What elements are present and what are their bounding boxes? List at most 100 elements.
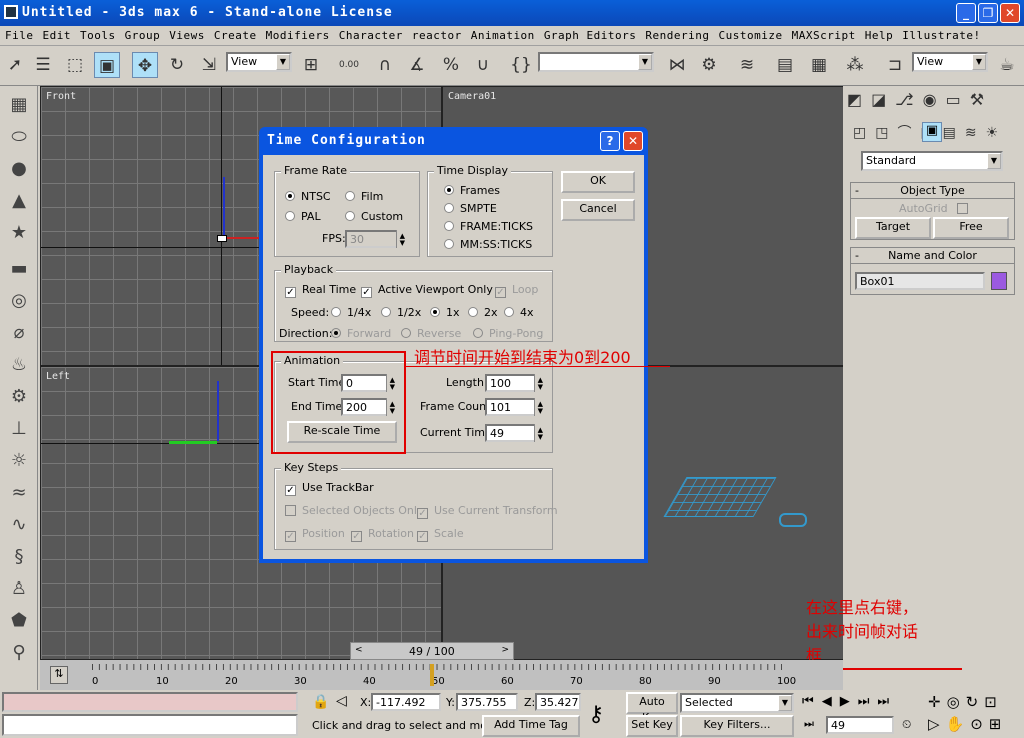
mirror-icon[interactable]: ⋈ [664, 52, 690, 78]
key-mode-icon[interactable]: ⏭ [804, 717, 814, 731]
frames-radio[interactable]: Frames [444, 184, 500, 197]
object-icon[interactable]: ⬟ [5, 610, 33, 636]
ok-button[interactable]: OK [561, 171, 635, 193]
viewport-label[interactable]: Left [46, 371, 70, 382]
layer-manager-icon[interactable]: ≋ [734, 52, 760, 78]
minimize-button[interactable]: _ [956, 3, 976, 23]
viewport-label[interactable]: Front [46, 91, 76, 102]
cancel-button[interactable]: Cancel [561, 199, 635, 221]
speed-quarter-radio[interactable]: 1/4x [331, 306, 371, 319]
viewport-label[interactable]: Camera01 [448, 91, 496, 102]
menu-reactor[interactable]: reactor [407, 26, 466, 42]
wave-icon[interactable]: ∿ [5, 514, 33, 540]
spinner-snap-icon[interactable]: 0.00 [336, 52, 362, 78]
menu-customize[interactable]: Customize [714, 26, 787, 42]
playback-controls[interactable]: ⏮◀▶⏭⏭ [802, 694, 897, 709]
pivot-icon[interactable]: ⊞ [298, 52, 324, 78]
command-panel-tabs[interactable]: ◩◪⎇◉▭⚒ [847, 90, 993, 112]
close-button[interactable]: ✕ [1000, 3, 1020, 23]
box-icon[interactable]: ▦ [5, 94, 33, 120]
speed-2x-radio[interactable]: 2x [468, 306, 498, 319]
frame-count-spinner[interactable]: 101 ▲ ▼ [485, 398, 545, 416]
y-coordinate-field[interactable]: 375.755 [456, 693, 518, 711]
torus-icon[interactable]: ◎ [5, 290, 33, 316]
star-icon[interactable]: ★ [5, 222, 33, 248]
cone-icon[interactable]: ▲ [5, 190, 33, 216]
object-color-swatch[interactable] [991, 272, 1007, 290]
menu-maxscript[interactable]: MAXScript [787, 26, 860, 42]
object-type-title[interactable]: Object Type [900, 184, 965, 197]
category-dropdown[interactable]: Standard ▼ [861, 151, 1003, 171]
current-frame-field[interactable]: 49 [826, 716, 894, 734]
current-frame-marker[interactable] [430, 664, 435, 686]
menu-help[interactable]: Help [860, 26, 898, 42]
x-coordinate-field[interactable]: -117.492 [371, 693, 441, 711]
auto-key-button[interactable]: Auto Key [626, 692, 678, 724]
magnet-icon[interactable]: ∪ [470, 52, 496, 78]
menu-group[interactable]: Group [120, 26, 165, 42]
speed-4x-radio[interactable]: 4x [504, 306, 534, 319]
camera-object[interactable] [779, 513, 807, 527]
box-object[interactable] [663, 477, 777, 517]
teapot-icon[interactable]: ♨ [5, 354, 33, 380]
cylinder-icon[interactable]: ⬭ [5, 126, 33, 152]
viewport-navigation-icons-2[interactable]: ▷✋⊙⊞ [928, 715, 1007, 733]
biped-icon[interactable]: ♙ [5, 578, 33, 604]
curve-editor-icon[interactable]: ▤ [772, 52, 798, 78]
length-spinner[interactable]: 100 ▲ ▼ [485, 374, 545, 392]
percent-snap-icon[interactable]: % [438, 52, 464, 78]
mm-ss-ticks-radio[interactable]: MM:SS:TICKS [444, 238, 532, 251]
speed-1x-radio[interactable]: 1x [430, 306, 460, 319]
maxscript-listener-mini[interactable] [2, 692, 298, 712]
menu-modifiers[interactable]: Modifiers [261, 26, 334, 42]
open-mini-curve-editor-icon[interactable]: ⇅ [50, 666, 68, 684]
helper-icon[interactable]: ⊥ [5, 418, 33, 444]
snap-icon[interactable]: ∩ [372, 52, 398, 78]
quick-render-icon[interactable]: ☕ [994, 52, 1020, 78]
maximize-button[interactable]: ❐ [978, 3, 998, 23]
time-configuration-icon[interactable]: ⏲ [902, 717, 911, 732]
target-button[interactable]: Target [855, 217, 931, 239]
current-time-spinner[interactable]: 49 ▲ ▼ [485, 424, 545, 442]
named-selection-dropdown[interactable]: ▼ [538, 52, 654, 72]
key-filters-button[interactable]: Key Filters... [680, 715, 794, 737]
ntsc-radio[interactable]: NTSC [285, 190, 331, 203]
select-rotate-icon[interactable]: ↻ [164, 52, 190, 78]
speed-half-radio[interactable]: 1/2x [381, 306, 421, 319]
custom-radio[interactable]: Custom [345, 210, 403, 223]
window-crossing-icon[interactable]: ▣ [94, 52, 120, 78]
spring-icon[interactable]: § [5, 546, 33, 572]
menu-views[interactable]: Views [164, 26, 209, 42]
sphere-icon[interactable]: ● [5, 158, 33, 184]
use-trackbar-checkbox[interactable]: ✓ Use TrackBar [285, 481, 374, 496]
render-scene-icon[interactable]: ⊐ [882, 52, 908, 78]
menu-file[interactable]: File [0, 26, 38, 42]
bone-icon[interactable]: ⚲ [5, 642, 33, 668]
add-time-tag-button[interactable]: Add Time Tag [482, 715, 580, 737]
angle-snap-icon[interactable]: ∡ [404, 52, 430, 78]
menu-rendering[interactable]: Rendering [640, 26, 713, 42]
active-viewport-only-checkbox[interactable]: ✓ Active Viewport Only [361, 283, 493, 298]
align-icon[interactable]: ⚙ [696, 52, 722, 78]
menu-tools[interactable]: Tools [75, 26, 120, 42]
object-name-field[interactable]: Box01 [855, 272, 985, 290]
time-slider[interactable]: < 49 / 100 > [350, 642, 514, 660]
gear-icon[interactable]: ⚙ [5, 386, 33, 412]
material-editor-icon[interactable]: ⁂ [842, 52, 868, 78]
real-time-checkbox[interactable]: ✓ Real Time [285, 283, 356, 298]
menu-create[interactable]: Create [209, 26, 261, 42]
z-coordinate-field[interactable]: 35.427 [535, 693, 581, 711]
key-filter-dropdown[interactable]: Selected ▼ [680, 693, 794, 713]
space-warp-icon[interactable]: ≈ [5, 482, 33, 508]
select-move-icon[interactable]: ✥ [132, 52, 158, 78]
render-type-dropdown[interactable]: View ▼ [912, 52, 988, 72]
select-scale-icon[interactable]: ⇲ [196, 52, 222, 78]
free-button[interactable]: Free [933, 217, 1009, 239]
select-icon[interactable]: ➚ [2, 52, 28, 78]
set-key-button[interactable]: Set Key [626, 715, 678, 737]
maxscript-output-mini[interactable] [2, 714, 298, 736]
menu-graph-editors[interactable]: Graph Editors [539, 26, 641, 42]
menu-animation[interactable]: Animation [466, 26, 539, 42]
tube-icon[interactable]: ⌀ [5, 322, 33, 348]
lock-icon[interactable]: 🔒 [312, 694, 329, 710]
